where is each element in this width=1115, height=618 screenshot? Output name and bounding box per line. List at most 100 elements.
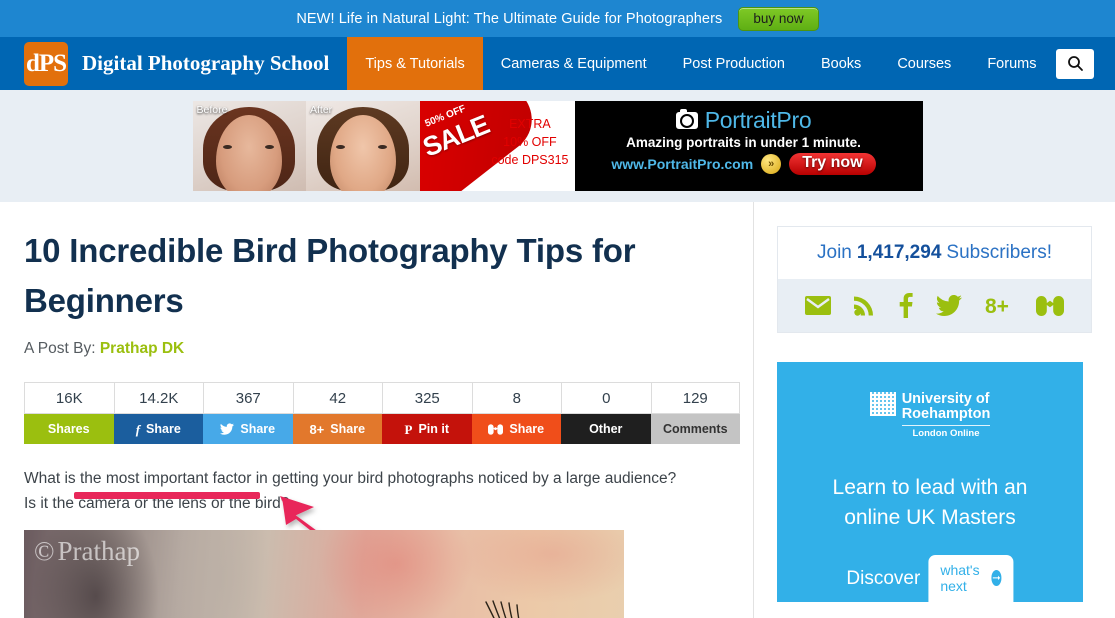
share-button-pinterest[interactable]: P Pin it	[382, 414, 472, 444]
facebook-icon: f	[135, 421, 141, 437]
email-icon[interactable]	[805, 296, 831, 315]
twitter-icon[interactable]	[936, 294, 962, 317]
try-now-button[interactable]: Try now	[789, 153, 876, 175]
googleplus-icon: 8+	[309, 421, 325, 437]
headline-line2: online UK Masters	[844, 506, 1016, 529]
copyright-icon: ©	[34, 536, 55, 566]
page-title: 10 Incredible Bird Photography Tips for …	[24, 232, 636, 319]
before-image: Before	[192, 101, 306, 191]
comments-button[interactable]: Comments	[650, 414, 740, 444]
university-subtitle: London Online	[901, 425, 991, 439]
pinterest-icon: P	[404, 421, 413, 437]
portraitpro-name: PortraitPro	[704, 107, 812, 133]
share-count: 325	[382, 382, 472, 414]
portraitpro-tagline: Amazing portraits in under 1 minute.	[626, 135, 861, 150]
subscribers-count: 1,417,294	[856, 242, 942, 263]
portraitpro-title-row: PortraitPro	[675, 107, 812, 134]
page-body: 10 Incredible Bird Photography Tips for …	[0, 202, 1115, 618]
eye-right	[264, 145, 274, 149]
site-brand[interactable]: dPS Digital Photography School	[0, 37, 347, 90]
nav-item-cameras-equipment[interactable]: Cameras & Equipment	[483, 37, 665, 90]
portraitpro-url[interactable]: www.PortraitPro.com	[611, 156, 753, 172]
portraitpro-ad-banner[interactable]: Before After 50% OFF SALE EXTRA 10% OFF …	[192, 101, 923, 191]
share-count: 42	[292, 382, 382, 414]
share-button-twitter[interactable]: Share	[203, 414, 293, 444]
after-image: After	[306, 101, 420, 191]
university-cta-row: Discover what's next ➞	[846, 555, 1014, 602]
after-label: After	[310, 104, 333, 116]
lead-paragraph: What is the most important factor in get…	[24, 470, 677, 512]
share-column-stumbleupon: 8 Share	[471, 382, 561, 444]
whats-next-label: what's next	[940, 562, 980, 594]
sidebar: Join 1,417,294 Subscribers! 8+ Universit…	[754, 202, 1115, 618]
site-title: Digital Photography School	[82, 51, 330, 75]
share-count: 16K	[24, 382, 114, 414]
share-column-shares: 16K Shares	[24, 382, 114, 444]
portraitpro-panel: PortraitPro Amazing portraits in under 1…	[574, 101, 923, 191]
rss-icon[interactable]	[854, 295, 876, 316]
share-label: Share	[146, 422, 181, 436]
annotation-underline	[74, 492, 260, 499]
university-headline: Learn to lead with an online UK Masters	[833, 473, 1028, 533]
share-column-twitter: 367 Share	[203, 382, 293, 444]
share-count: 8	[471, 382, 561, 414]
camera-icon	[675, 109, 698, 129]
subscribe-icon-row: 8+	[778, 279, 1091, 332]
googleplus-icon[interactable]: 8+	[985, 295, 1013, 318]
share-count: 0	[561, 382, 651, 414]
author-link[interactable]: Prathap DK	[100, 340, 184, 357]
ad-strip: Before After 50% OFF SALE EXTRA 10% OFF …	[0, 90, 1115, 202]
search-icon	[1067, 56, 1083, 71]
share-label: Share	[330, 422, 366, 436]
buy-now-button[interactable]: buy now	[738, 6, 819, 31]
chevron-right-icon: »	[761, 154, 782, 174]
nav-item-forums[interactable]: Forums	[969, 37, 1054, 90]
sale-code-line: code DPS315	[491, 153, 569, 167]
dps-logo-icon: dPS	[24, 41, 68, 86]
share-button-stumbleupon[interactable]: Share	[471, 414, 561, 444]
stumbleupon-icon[interactable]	[1036, 295, 1064, 316]
subscribers-suffix: Subscribers!	[946, 242, 1052, 263]
facebook-icon[interactable]	[899, 293, 913, 318]
share-label: Other	[589, 422, 623, 436]
share-column-comments: 129 Comments	[650, 382, 740, 444]
before-label: Before	[196, 104, 228, 116]
discover-label: Discover	[846, 567, 921, 589]
sale-discount-line: 10% OFF	[503, 135, 557, 149]
nav-item-tips-tutorials[interactable]: Tips & Tutorials	[347, 37, 483, 90]
arrow-right-icon: ➞	[991, 570, 1002, 586]
share-button-googleplus[interactable]: 8+ Share	[292, 414, 382, 444]
share-count: 367	[203, 382, 293, 414]
eye-right	[378, 145, 387, 149]
promo-bar: NEW! Life in Natural Light: The Ultimate…	[0, 0, 1115, 37]
promo-text: NEW! Life in Natural Light: The Ultimate…	[296, 10, 723, 27]
whats-next-button[interactable]: what's next ➞	[928, 555, 1014, 602]
share-button-facebook[interactable]: f Share	[113, 414, 203, 444]
social-share-bar: 16K Shares 14.2K f Share 367 Share 42 8+…	[24, 382, 740, 444]
article-content: 10 Incredible Bird Photography Tips for …	[0, 202, 754, 618]
subscribers-headline: Join 1,417,294 Subscribers!	[778, 227, 1091, 279]
university-ad[interactable]: University of Roehampton London Online L…	[777, 362, 1083, 602]
nav-item-books[interactable]: Books	[803, 37, 879, 90]
bird-feather-shape	[485, 600, 520, 618]
share-label: Comments	[662, 422, 728, 436]
nav-item-courses[interactable]: Courses	[879, 37, 969, 90]
share-label: Pin it	[418, 422, 449, 436]
share-column-other: 0 Other	[561, 382, 651, 444]
eye-left	[336, 145, 345, 149]
search-button[interactable]	[1056, 48, 1094, 79]
share-button-total[interactable]: Shares	[24, 414, 114, 444]
headline-line1: Learn to lead with an	[832, 476, 1028, 499]
share-column-googleplus: 42 8+ Share	[292, 382, 382, 444]
share-button-other[interactable]: Other	[561, 414, 651, 444]
university-logo: University of Roehampton London Online	[869, 392, 991, 439]
nav-item-post-production[interactable]: Post Production	[665, 37, 803, 90]
before-after-images: Before After	[192, 101, 420, 191]
main-navigation: dPS Digital Photography School Tips & Tu…	[0, 37, 1115, 90]
share-label: Share	[509, 422, 545, 436]
sale-extra-line: EXTRA	[509, 117, 551, 131]
svg-text:8+: 8+	[985, 295, 1009, 317]
subscribers-prefix: Join	[817, 242, 852, 263]
subscribers-box: Join 1,417,294 Subscribers! 8+	[777, 226, 1092, 333]
portraitpro-cta-row: www.PortraitPro.com » Try now	[611, 153, 876, 175]
